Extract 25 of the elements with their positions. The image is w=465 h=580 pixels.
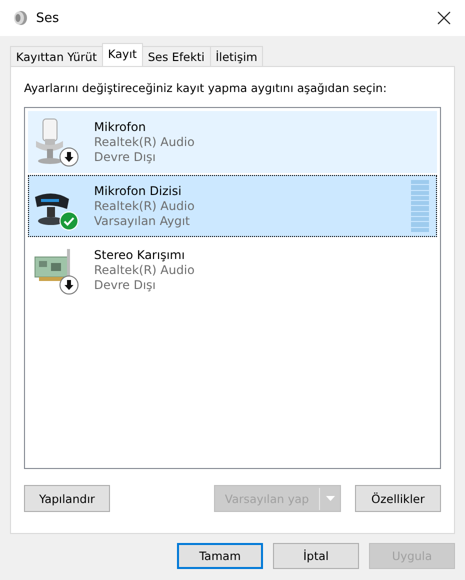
close-icon[interactable] xyxy=(437,11,451,25)
device-name: Mikrofon Dizisi xyxy=(94,184,182,198)
tab[interactable]: Kayıt xyxy=(102,43,143,66)
device-row[interactable]: Mikrofon Realtek(R) Audio Devre Dışı xyxy=(28,111,437,173)
device-status: Varsayılan Aygıt xyxy=(94,214,191,228)
speaker-icon xyxy=(12,10,28,26)
device-driver: Realtek(R) Audio xyxy=(94,263,196,277)
device-driver: Realtek(R) Audio xyxy=(94,199,196,213)
device-name: Stereo Karışımı xyxy=(94,248,186,262)
button[interactable]: Tamam xyxy=(177,543,263,569)
dropdown-arrow-icon xyxy=(326,496,335,501)
instruction-text: Ayarlarını değiştireceğiniz kayıt yapma aygıtını aşağıdan seçin: xyxy=(24,81,388,95)
device-driver: Realtek(R) Audio xyxy=(94,135,196,149)
button[interactable]: Yapılandır xyxy=(24,485,110,512)
device-name: Mikrofon xyxy=(94,120,147,134)
button[interactable]: Özellikler xyxy=(355,485,441,512)
tab[interactable]: Kayıttan Yürüt xyxy=(10,46,103,66)
device-row[interactable]: Stereo Karışımı Realtek(R) Audio Devre Dışı xyxy=(28,239,437,301)
button[interactable]: İptal xyxy=(273,543,359,569)
device-status: Devre Dışı xyxy=(94,278,157,292)
window-title: Ses xyxy=(36,10,60,26)
level-meter xyxy=(411,180,429,232)
device-status: Devre Dışı xyxy=(94,150,157,164)
device-row[interactable]: Mikrofon Dizisi Realtek(R) Audio Varsayılan Aygıt xyxy=(28,175,437,237)
tab[interactable]: İletişim xyxy=(210,46,264,66)
